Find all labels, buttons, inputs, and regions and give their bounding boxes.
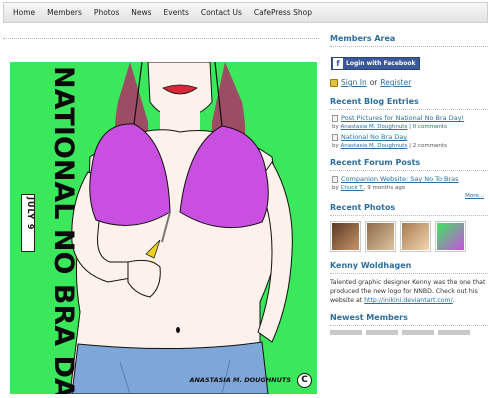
- blog-entry-meta: by Anastasia M. Doughnuts | 0 comments: [332, 124, 447, 130]
- comment-count: 2 comments: [412, 143, 447, 149]
- photo-thumbnail[interactable]: [435, 221, 466, 252]
- artist-signature: ANASTASIA M. DOUGHNUTS: [189, 376, 291, 384]
- sign-in-link[interactable]: Sign In: [341, 78, 367, 87]
- photos-heading: Recent Photos: [330, 203, 488, 216]
- register-link[interactable]: Register: [380, 78, 411, 87]
- kenny-website-link[interactable]: http://inikini.deviantart.com/: [364, 297, 453, 304]
- lock-icon: [330, 78, 338, 87]
- author-link[interactable]: Anastasia M. Doughnuts: [341, 143, 408, 149]
- newest-members-heading: Newest Members: [330, 313, 488, 326]
- forum-post-title[interactable]: Companion Website: Say No To Bras: [341, 175, 459, 183]
- blog-entry: Post Pictures for National No Bra Day!: [330, 114, 488, 122]
- comment-count: 0 comments: [412, 124, 447, 130]
- recent-photos: [330, 221, 488, 252]
- hero-illustration: NATIONAL NO BRA DAY JULY 9 ANASTASIA M. …: [10, 62, 317, 394]
- blog-entry-title[interactable]: National No Bra Day: [341, 133, 407, 141]
- facebook-icon: f: [333, 58, 343, 69]
- facebook-login-label: Login with Facebook: [346, 60, 416, 67]
- newest-members: [330, 330, 488, 335]
- forum-heading: Recent Forum Posts: [330, 158, 488, 171]
- sign-in-or: or: [369, 78, 378, 87]
- kenny-bio-end: .: [452, 297, 455, 304]
- document-icon: [332, 115, 338, 122]
- nav-events[interactable]: Events: [159, 8, 194, 17]
- copyright-icon: C: [297, 373, 312, 388]
- hero-date-text: JULY 9: [26, 197, 35, 231]
- photo-thumbnail[interactable]: [400, 221, 431, 252]
- post-time: 9 months ago: [367, 185, 406, 191]
- top-nav: Home Members Photos News Events Contact …: [3, 2, 488, 23]
- meta-by: by: [332, 143, 339, 149]
- hero-date-tag: JULY 9: [21, 194, 35, 252]
- nav-home[interactable]: Home: [8, 8, 40, 17]
- blog-entry: National No Bra Day: [330, 133, 488, 141]
- meta-by: by: [332, 124, 339, 130]
- sign-in-row: Sign In or Register: [330, 78, 488, 87]
- member-thumbnail[interactable]: [438, 330, 470, 335]
- photo-thumbnail[interactable]: [330, 221, 361, 252]
- kenny-heading: Kenny Woldhagen: [330, 261, 488, 274]
- author-link[interactable]: Chuck T.: [341, 185, 364, 191]
- member-thumbnail[interactable]: [330, 330, 362, 335]
- divider: [3, 38, 319, 40]
- author-link[interactable]: Anastasia M. Doughnuts: [341, 124, 408, 130]
- blog-heading: Recent Blog Entries: [330, 97, 488, 110]
- document-icon: [332, 134, 338, 141]
- forum-post: Companion Website: Say No To Bras: [330, 175, 488, 183]
- members-area-heading: Members Area: [330, 34, 488, 47]
- nav-news[interactable]: News: [126, 8, 156, 17]
- kenny-bio-at: at: [355, 297, 363, 304]
- nav-cafepress-shop[interactable]: CafePress Shop: [249, 8, 317, 17]
- sidebar: Members Area f Login with Facebook Sign …: [330, 34, 488, 335]
- forum-post-meta: by Chuck T., 9 months ago: [332, 185, 406, 191]
- facebook-login-button[interactable]: f Login with Facebook: [331, 57, 421, 70]
- hero-title-text: NATIONAL NO BRA DAY: [48, 66, 79, 394]
- more-link[interactable]: More...: [330, 193, 484, 199]
- photo-thumbnail[interactable]: [365, 221, 396, 252]
- nav-members[interactable]: Members: [42, 8, 87, 17]
- blog-entry-title[interactable]: Post Pictures for National No Bra Day!: [341, 114, 464, 122]
- document-icon: [332, 176, 338, 183]
- member-thumbnail[interactable]: [402, 330, 434, 335]
- member-thumbnail[interactable]: [366, 330, 398, 335]
- meta-by: by: [332, 185, 339, 191]
- nav-contact-us[interactable]: Contact Us: [196, 8, 247, 17]
- kenny-bio: Talented graphic designer Kenny was the …: [330, 278, 488, 305]
- blog-entry-meta: by Anastasia M. Doughnuts | 2 comments: [332, 143, 447, 149]
- nav-photos[interactable]: Photos: [89, 8, 124, 17]
